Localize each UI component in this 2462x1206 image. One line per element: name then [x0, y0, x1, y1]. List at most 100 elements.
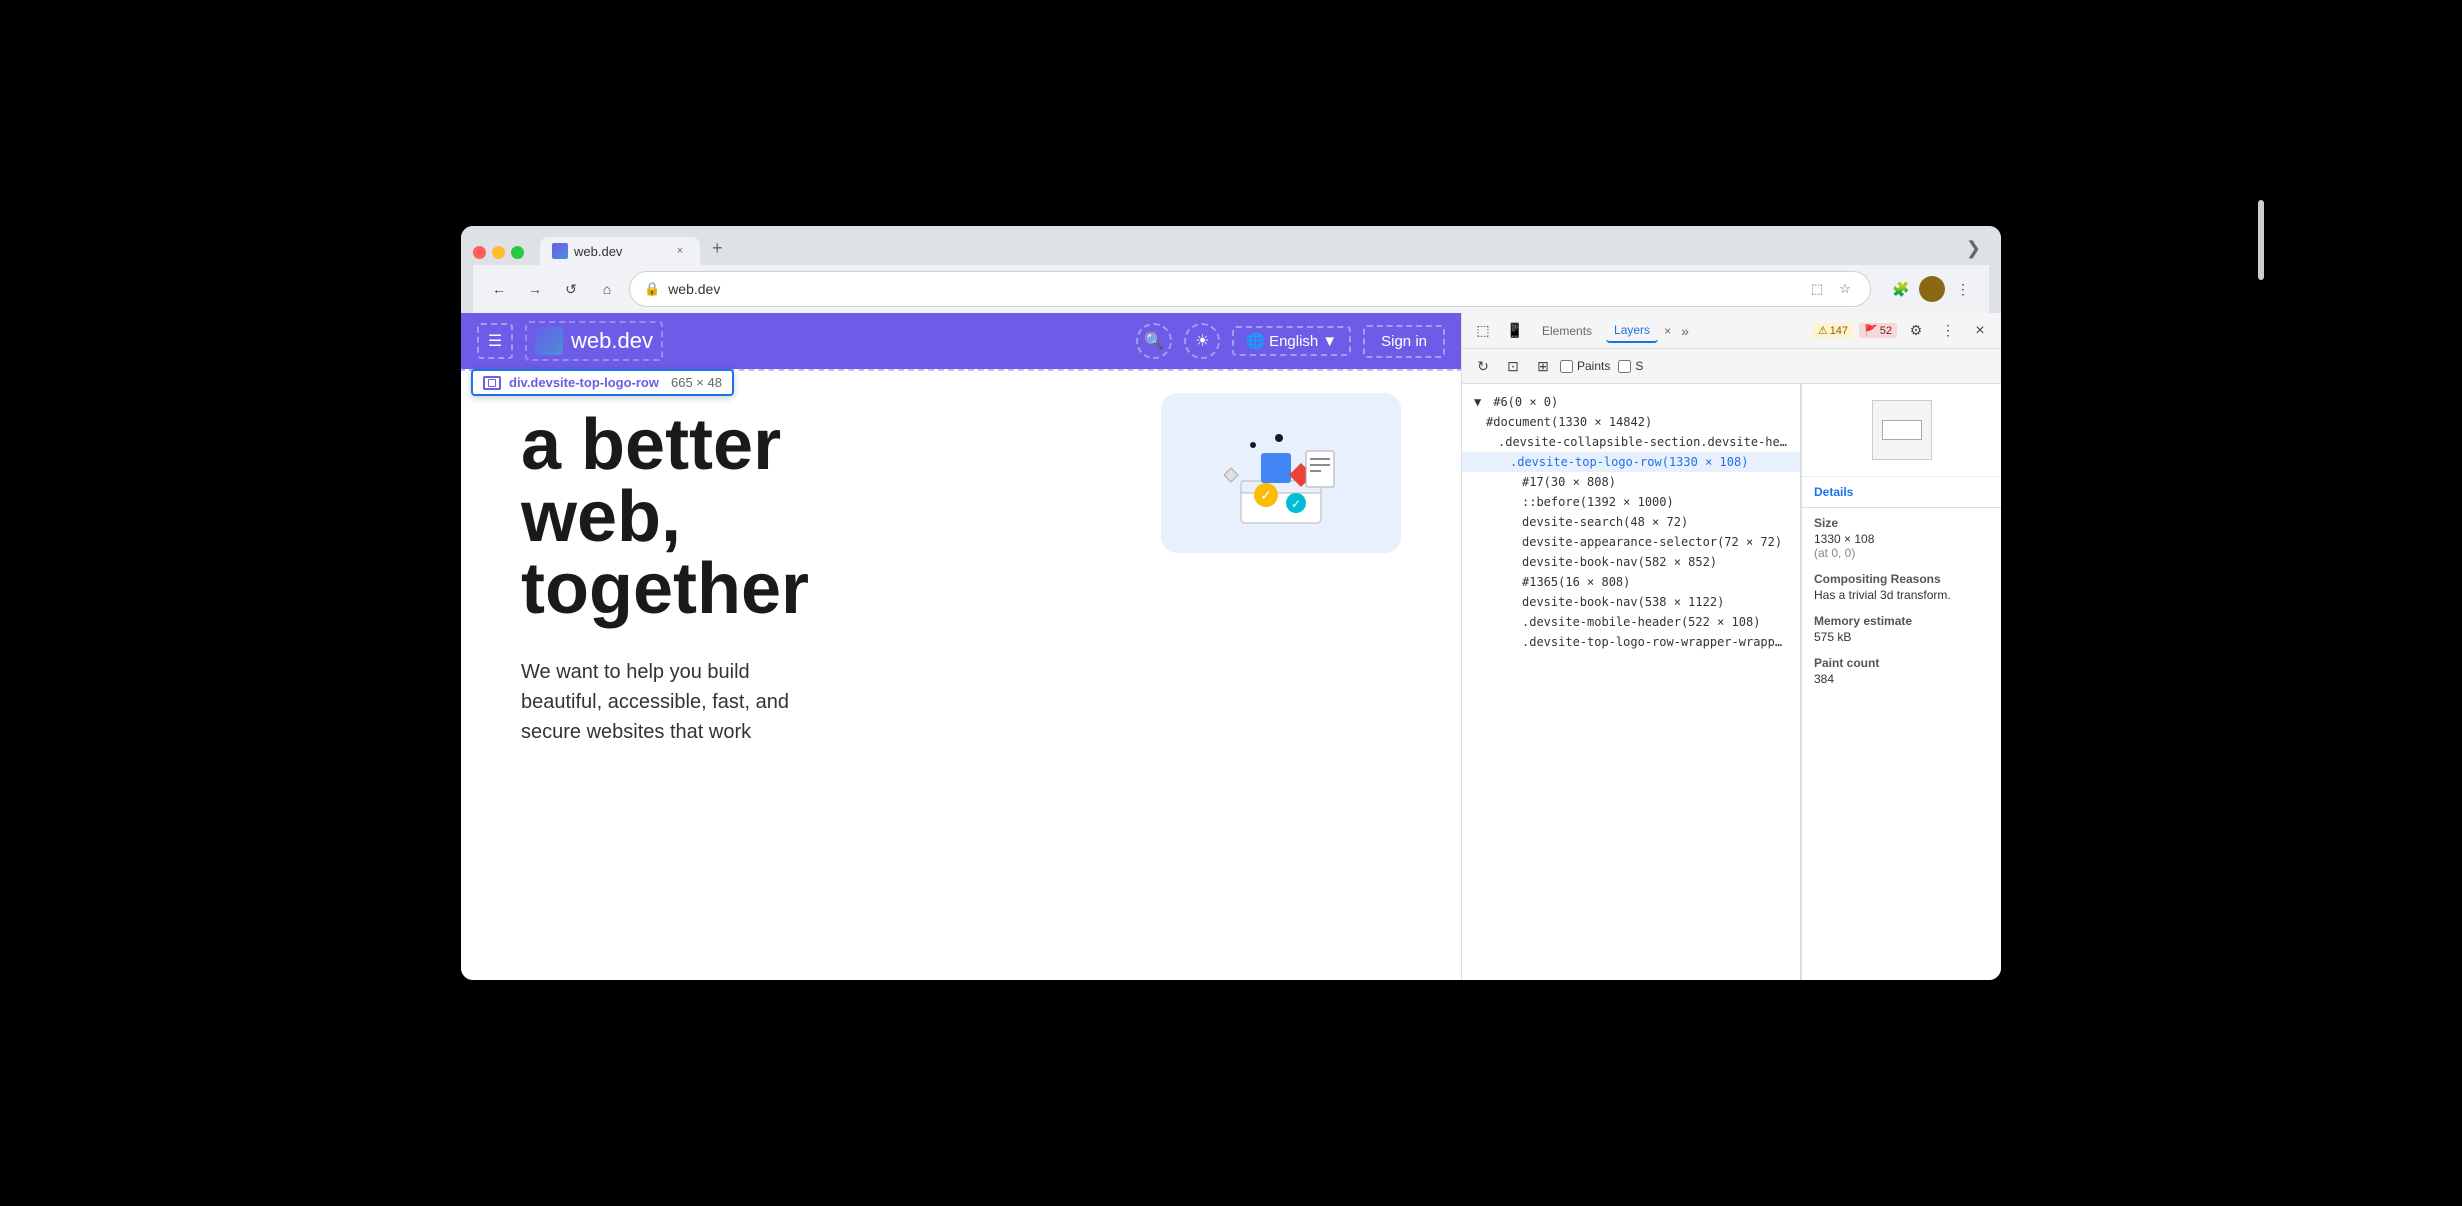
share-icon[interactable]: ⬚ — [1806, 278, 1828, 300]
search-icon: 🔍 — [1144, 331, 1164, 351]
compositing-label: Compositing Reasons — [1814, 572, 1989, 586]
scroll-checkbox[interactable] — [1618, 360, 1631, 373]
header-menu-button[interactable]: ☰ — [477, 323, 513, 359]
size-value: 1330 × 108 (at 0, 0) — [1814, 532, 1989, 560]
layer-item-17[interactable]: #17(30 × 808) — [1462, 472, 1800, 492]
paint-count-value: 384 — [1814, 672, 1989, 686]
detail-size: Size 1330 × 108 (at 0, 0) — [1814, 516, 1989, 560]
header-search-button[interactable]: 🔍 — [1136, 323, 1172, 359]
url-bar[interactable]: 🔒 web.dev ⬚ ☆ — [629, 271, 1871, 307]
layer-item-collapsible[interactable]: .devsite-collapsible-section.devsite-hea… — [1462, 432, 1800, 452]
tab-close-button[interactable]: × — [672, 243, 688, 259]
subtext-line2: beautiful, accessible, fast, and — [521, 687, 941, 717]
tooltip-element-name: div.devsite-top-logo-row — [509, 375, 659, 390]
minimize-traffic-light[interactable] — [492, 246, 505, 259]
header-signin-button[interactable]: Sign in — [1363, 325, 1445, 358]
inspect-icon: ⬚ — [1476, 322, 1489, 339]
bookmark-icon[interactable]: ☆ — [1834, 278, 1856, 300]
layer-item-booknav2[interactable]: devsite-book-nav(538 × 1122) — [1462, 592, 1800, 612]
profile-avatar[interactable] — [1919, 276, 1945, 302]
site-header: ☰ web.dev 🔍 ☀ 🌐 English ▼ — [461, 313, 1461, 369]
layer-item-before[interactable]: ::before(1392 × 1000) — [1462, 492, 1800, 512]
security-icon: 🔒 — [644, 281, 660, 297]
zoom-fit-button[interactable]: ⊞ — [1530, 353, 1556, 379]
language-label: English — [1269, 333, 1318, 350]
heading-line3: together — [521, 553, 1401, 625]
layers-close-button[interactable]: × — [1664, 324, 1671, 338]
subtext-line1: We want to help you build — [521, 657, 941, 687]
layer-item-wrapper[interactable]: .devsite-top-logo-row-wrapper-wrappe… — [1462, 632, 1800, 652]
layer-item-root[interactable]: ▼ #6(0 × 0) — [1462, 392, 1800, 412]
tooltip-size: 665 × 48 — [671, 375, 722, 390]
url-text: web.dev — [668, 281, 1798, 297]
svg-text:✓: ✓ — [1260, 487, 1272, 503]
paints-checkbox[interactable] — [1560, 360, 1573, 373]
devtools-close-button[interactable]: × — [1967, 318, 1993, 344]
forward-button[interactable]: → — [521, 275, 549, 303]
globe-icon: 🌐 — [1246, 332, 1265, 350]
element-icon — [483, 376, 501, 390]
layer-item-1365[interactable]: #1365(16 × 808) — [1462, 572, 1800, 592]
signin-label: Sign in — [1381, 333, 1427, 350]
reload-button[interactable]: ↺ — [557, 275, 585, 303]
layer-preview — [1802, 384, 2001, 477]
detail-memory: Memory estimate 575 kB — [1814, 614, 1989, 644]
error-badge[interactable]: 🚩 52 — [1859, 323, 1897, 338]
browser-window: web.dev × + ❯ ← → ↺ ⌂ 🔒 web.dev ⬚ ☆ 🧩 — [461, 226, 2001, 980]
layers-tree[interactable]: ▼ #6(0 × 0) #document(1330 × 14842) .dev… — [1462, 384, 1801, 980]
new-tab-button[interactable]: + — [704, 234, 731, 265]
warning-badge[interactable]: ⚠ 147 — [1813, 323, 1853, 338]
paint-count-label: Paint count — [1814, 656, 1989, 670]
chrome-menu-button[interactable]: ⋮ — [1949, 275, 1977, 303]
devtools-second-toolbar: ↻ ⊡ ⊞ Paints S — [1462, 349, 2001, 384]
device-icon: 📱 — [1506, 322, 1523, 339]
chevron-down-icon: ▼ — [1322, 333, 1337, 350]
tab-favicon-icon — [552, 243, 568, 259]
active-tab[interactable]: web.dev × — [540, 237, 700, 265]
detail-compositing: Compositing Reasons Has a trivial 3d tra… — [1814, 572, 1989, 602]
device-mode-button[interactable]: 📱 — [1502, 318, 1528, 344]
url-actions: ⬚ ☆ — [1806, 278, 1856, 300]
layer-item-appearance[interactable]: devsite-appearance-selector(72 × 72) — [1462, 532, 1800, 552]
more-devtools-tabs[interactable]: » — [1677, 319, 1693, 343]
layer-item-logo-row[interactable]: .devsite-top-logo-row(1330 × 108) — [1462, 452, 1800, 472]
layers-panel-main: ▼ #6(0 × 0) #document(1330 × 14842) .dev… — [1462, 384, 2001, 980]
maximize-traffic-light[interactable] — [511, 246, 524, 259]
inspect-element-button[interactable]: ⬚ — [1470, 318, 1496, 344]
subtext-line3: secure websites that work — [521, 717, 941, 747]
header-logo-text: web.dev — [571, 328, 653, 354]
tree-arrow: ▼ — [1474, 395, 1486, 409]
paints-checkbox-label[interactable]: Paints — [1560, 359, 1610, 373]
svg-text:✓: ✓ — [1291, 497, 1301, 511]
address-bar: ← → ↺ ⌂ 🔒 web.dev ⬚ ☆ 🧩 ⋮ — [473, 265, 1989, 313]
details-panel: Details Size 1330 × 108 (at 0, 0) Compos… — [1801, 384, 2001, 980]
tab-bar: web.dev × + ❯ — [473, 234, 1989, 265]
details-content: Size 1330 × 108 (at 0, 0) Compositing Re… — [1802, 508, 2001, 706]
tab-layers[interactable]: Layers — [1606, 319, 1658, 343]
scroll-checkbox-label[interactable]: S — [1618, 359, 1643, 373]
settings-button[interactable]: ⚙ — [1903, 318, 1929, 344]
webdev-logo-icon — [535, 327, 563, 355]
layer-item-booknav1[interactable]: devsite-book-nav(582 × 852) — [1462, 552, 1800, 572]
size-label: Size — [1814, 516, 1989, 530]
browser-content: ☰ web.dev 🔍 ☀ 🌐 English ▼ — [461, 313, 2001, 980]
layer-item-mobile-header[interactable]: .devsite-mobile-header(522 × 108) — [1462, 612, 1800, 632]
close-traffic-light[interactable] — [473, 246, 486, 259]
detail-paint-count: Paint count 384 — [1814, 656, 1989, 686]
extensions-button[interactable]: 🧩 — [1887, 275, 1915, 303]
header-language-selector[interactable]: 🌐 English ▼ — [1232, 326, 1351, 356]
more-options-button[interactable]: ⋮ — [1935, 318, 1961, 344]
webpage: ☰ web.dev 🔍 ☀ 🌐 English ▼ — [461, 313, 1461, 980]
illustration-svg: ✓ ✓ — [1201, 413, 1361, 533]
back-button[interactable]: ← — [485, 275, 513, 303]
header-theme-button[interactable]: ☀ — [1184, 323, 1220, 359]
tab-elements[interactable]: Elements — [1534, 320, 1600, 342]
layer-item-document[interactable]: #document(1330 × 14842) — [1462, 412, 1800, 432]
page-subtext: We want to help you build beautiful, acc… — [521, 657, 941, 747]
pan-button[interactable]: ⊡ — [1500, 353, 1526, 379]
more-tabs-button[interactable]: ❯ — [1958, 234, 1989, 265]
rotate-button[interactable]: ↻ — [1470, 353, 1496, 379]
layer-item-search[interactable]: devsite-search(48 × 72) — [1462, 512, 1800, 532]
tab-title: web.dev — [574, 244, 622, 259]
home-button[interactable]: ⌂ — [593, 275, 621, 303]
